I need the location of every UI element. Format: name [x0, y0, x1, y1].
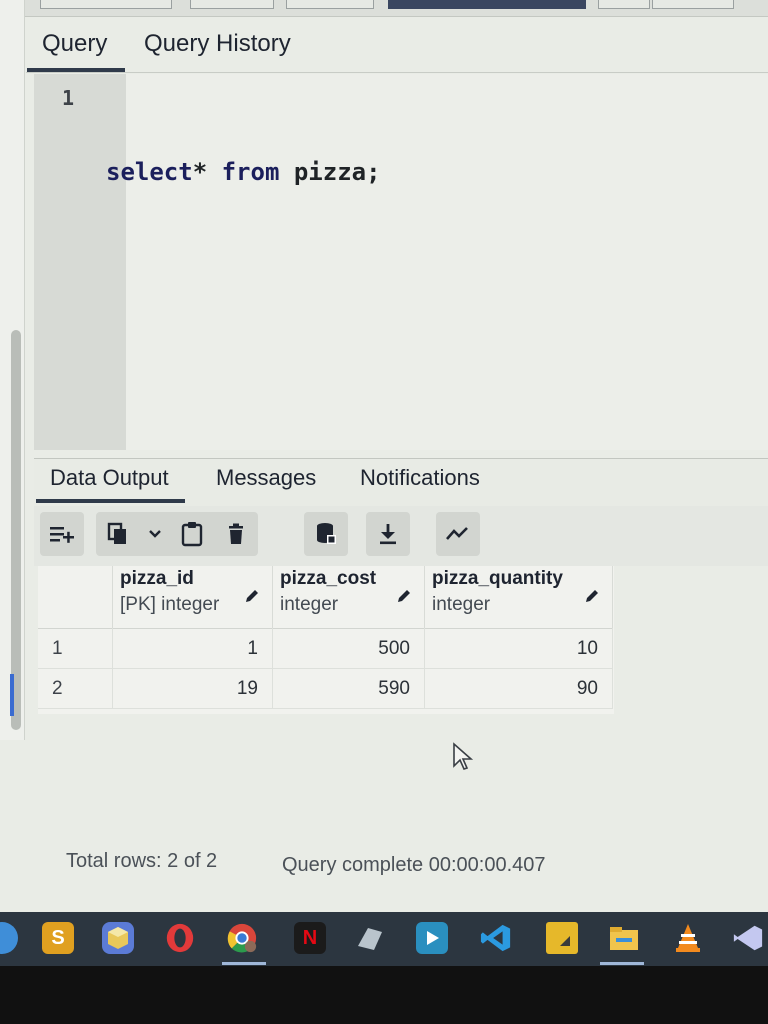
chevron-down-icon[interactable] [140, 512, 170, 556]
column-header-pizza-id[interactable]: pizza_id [PK] integer [112, 566, 273, 629]
sql-keyword-select: select [106, 158, 193, 186]
cell-value: 500 [378, 638, 410, 659]
column-header-pizza-quantity[interactable]: pizza_quantity integer [424, 566, 613, 629]
column-type: [PK] integer [120, 594, 220, 615]
pencil-icon[interactable] [584, 588, 600, 604]
row-number-cell[interactable]: 2 [38, 668, 113, 709]
table-cell[interactable]: 90 [424, 668, 613, 709]
table-cell[interactable]: 500 [272, 628, 425, 669]
table-cell[interactable]: 10 [424, 628, 613, 669]
pencil-icon[interactable] [396, 588, 412, 604]
data-output-toolbar [34, 506, 768, 566]
left-panel-rail [0, 0, 25, 740]
row-number-cell[interactable]: 1 [38, 628, 113, 669]
column-name: pizza_quantity [432, 568, 563, 589]
vscode-icon[interactable] [480, 922, 512, 954]
cell-value: 90 [576, 678, 598, 699]
column-name: pizza_cost [280, 568, 377, 589]
total-rows-status: Total rows: 2 of 2 [66, 850, 218, 872]
row-number: 2 [52, 678, 63, 699]
active-app-indicator [222, 962, 266, 965]
top-tab[interactable] [40, 0, 172, 9]
tab-messages[interactable]: Messages [216, 465, 316, 491]
column-type: integer [432, 594, 491, 615]
line-number-gutter: 1 [34, 74, 126, 450]
top-tab[interactable] [190, 0, 274, 9]
notes-icon[interactable] [546, 922, 578, 954]
sublime-text-icon[interactable]: S [42, 922, 74, 954]
tab-query-history[interactable]: Query History [144, 30, 291, 58]
data-grid: pizza_id [PK] integer pizza_cost integer… [38, 566, 614, 714]
table-cell[interactable]: 19 [112, 668, 273, 709]
column-type: integer [280, 594, 339, 615]
table-cell[interactable]: 1 [112, 628, 273, 669]
top-tab[interactable] [652, 0, 734, 9]
mouse-cursor-icon [453, 742, 474, 770]
copy-icon[interactable] [96, 512, 140, 556]
cell-value: 19 [236, 678, 258, 699]
sql-code-line[interactable]: select* from pizza; [106, 158, 381, 186]
paste-icon[interactable] [170, 512, 214, 556]
toolbar-group-graph [436, 512, 480, 556]
selection-marker [10, 674, 14, 716]
graph-icon[interactable] [436, 512, 480, 556]
query-complete-status: Query complete 00:00:00.407 [282, 854, 546, 876]
app-icon[interactable] [354, 922, 386, 954]
cell-value: 10 [576, 638, 598, 659]
window-top-strip [0, 0, 768, 17]
table-cell[interactable]: 590 [272, 668, 425, 709]
pgadmin-window: Query Query History 1 select* from pizza… [0, 0, 768, 912]
cell-value: 1 [247, 638, 258, 659]
visual-studio-icon[interactable] [732, 922, 764, 954]
sql-keyword-from: from [221, 158, 280, 186]
column-name: pizza_id [120, 568, 194, 589]
tab-query[interactable]: Query [26, 30, 126, 72]
monitor-bezel [0, 966, 768, 1024]
toolbar-group-edit [40, 512, 84, 556]
top-tab[interactable] [598, 0, 650, 9]
taskbar: S N [0, 912, 768, 966]
save-data-icon[interactable] [304, 512, 348, 556]
box-app-icon[interactable] [102, 922, 134, 954]
opera-icon[interactable] [164, 922, 196, 954]
code-area[interactable] [126, 74, 768, 450]
top-tab[interactable] [388, 0, 586, 9]
sql-star: * [192, 158, 208, 186]
file-explorer-icon[interactable] [608, 922, 640, 954]
line-number: 1 [62, 86, 75, 110]
toolbar-group-save [304, 512, 348, 556]
app-icon[interactable] [0, 922, 18, 954]
toolbar-group-download [366, 512, 410, 556]
query-editor[interactable]: 1 select* from pizza; [26, 74, 768, 454]
download-icon[interactable] [366, 512, 410, 556]
media-player-icon[interactable] [416, 922, 448, 954]
row-number-header [38, 566, 113, 629]
active-app-indicator [600, 962, 644, 965]
tab-notifications[interactable]: Notifications [360, 465, 480, 491]
add-row-icon[interactable] [40, 512, 84, 556]
chrome-icon[interactable] [226, 922, 258, 954]
tab-data-output[interactable]: Data Output [36, 465, 185, 503]
top-tab[interactable] [286, 0, 374, 9]
toolbar-group-clipboard [96, 512, 258, 556]
left-scrollbar[interactable] [11, 330, 21, 730]
pencil-icon[interactable] [244, 588, 260, 604]
result-tabs: Data Output Messages Notifications [34, 458, 768, 508]
vlc-icon[interactable] [672, 922, 704, 954]
query-tabs: Query Query History [26, 22, 768, 73]
netflix-icon[interactable]: N [294, 922, 326, 954]
column-header-pizza-cost[interactable]: pizza_cost integer [272, 566, 425, 629]
row-number: 1 [52, 638, 63, 659]
delete-icon[interactable] [214, 512, 258, 556]
cell-value: 590 [378, 678, 410, 699]
sql-table-name: pizza; [279, 158, 381, 186]
